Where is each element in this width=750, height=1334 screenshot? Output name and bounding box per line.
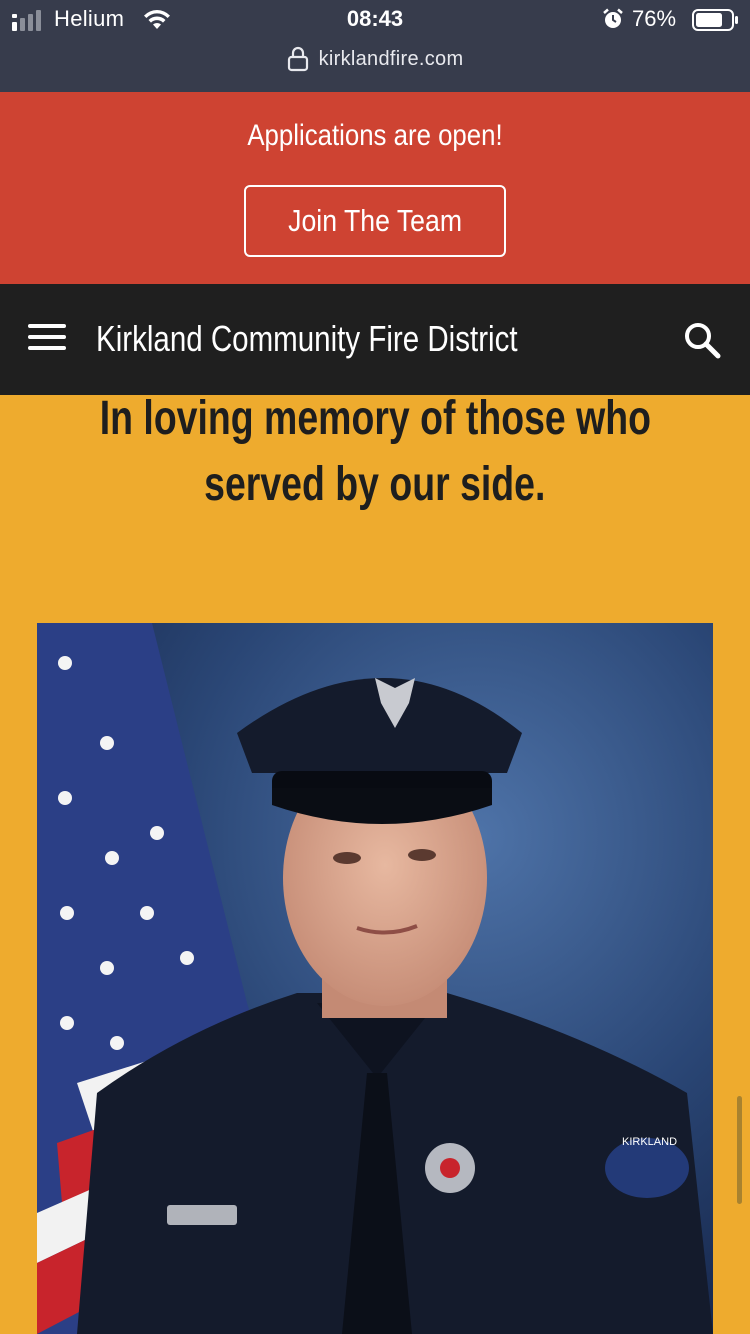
- scrollbar[interactable]: [737, 1096, 742, 1204]
- address-bar[interactable]: kirklandfire.com: [0, 46, 750, 82]
- lock-icon: [287, 46, 308, 72]
- announcement-banner: Applications are open! Join The Team: [0, 92, 750, 284]
- site-header: Kirkland Community Fire District: [0, 284, 750, 395]
- url-text: kirklandfire.com: [318, 47, 464, 70]
- battery-icon: [692, 9, 738, 31]
- status-bar: Helium 08:43 76%: [0, 0, 750, 40]
- announcement-text: Applications are open!: [247, 119, 503, 152]
- memorial-heading: In loving memory of those who served by …: [0, 386, 750, 518]
- portrait-image: KIRKLAND: [37, 623, 713, 1334]
- patch-text: KIRKLAND: [622, 1136, 677, 1148]
- firefighter-portrait: KIRKLAND: [37, 623, 713, 1334]
- menu-icon[interactable]: [28, 324, 68, 356]
- join-button-label: Join The Team: [288, 203, 462, 238]
- alarm-icon: [603, 8, 623, 28]
- browser-chrome: Helium 08:43 76% kirklandfire.com: [0, 0, 750, 92]
- join-the-team-button[interactable]: Join The Team: [244, 185, 506, 257]
- memorial-heading-line2: served by our side.: [204, 458, 546, 511]
- search-button[interactable]: [682, 320, 722, 360]
- memorial-heading-line1: In loving memory of those who: [99, 392, 651, 445]
- search-icon: [685, 323, 721, 359]
- site-title[interactable]: Kirkland Community Fire District: [96, 318, 518, 360]
- battery-percentage: 76%: [632, 6, 677, 31]
